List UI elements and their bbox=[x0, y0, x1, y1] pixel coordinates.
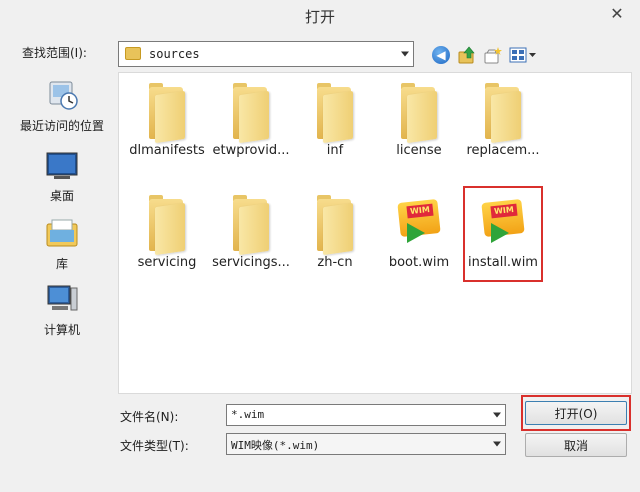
list-item[interactable]: WIM boot.wim bbox=[375, 189, 463, 293]
folder-icon bbox=[125, 47, 141, 60]
sidebar-item-recent[interactable]: 最近访问的位置 bbox=[10, 76, 114, 134]
recent-places-icon bbox=[49, 81, 78, 110]
file-name: zh-cn bbox=[317, 255, 353, 270]
sidebar-item-libraries[interactable]: 库 bbox=[10, 216, 114, 272]
back-arrow-icon: ◀ bbox=[432, 46, 450, 64]
computer-icon bbox=[47, 285, 78, 311]
sidebar-item-computer[interactable]: 计算机 bbox=[10, 282, 114, 338]
file-name: boot.wim bbox=[388, 255, 450, 270]
lookin-value: sources bbox=[149, 47, 200, 61]
list-item[interactable]: dlmanifests bbox=[123, 77, 211, 181]
file-name: license bbox=[396, 143, 442, 158]
file-list[interactable]: dlmanifests etwprovid... inf license rep… bbox=[118, 72, 632, 394]
install-wim-highlight bbox=[463, 186, 543, 282]
filename-input[interactable]: *.wim bbox=[226, 404, 506, 426]
list-item[interactable]: replacem... bbox=[459, 77, 547, 181]
filename-label: 文件名(N): bbox=[120, 410, 179, 424]
view-menu-icon bbox=[509, 47, 536, 63]
lookin-label: 查找范围(I): bbox=[22, 46, 87, 60]
sidebar-item-label: 最近访问的位置 bbox=[19, 119, 104, 133]
list-item[interactable]: inf bbox=[291, 77, 379, 181]
chevron-down-icon[interactable] bbox=[401, 51, 409, 57]
places-sidebar: 最近访问的位置 桌面 库 计算机 bbox=[10, 72, 114, 394]
libraries-icon bbox=[46, 219, 78, 247]
folder-icon bbox=[229, 83, 273, 144]
list-item[interactable]: servicings... bbox=[207, 189, 295, 293]
up-folder-icon bbox=[458, 46, 475, 64]
close-button[interactable]: ✕ bbox=[602, 1, 632, 25]
file-name: dlmanifests bbox=[129, 143, 205, 158]
folder-icon bbox=[313, 195, 357, 256]
filetype-select[interactable]: WIM映像(*.wim) bbox=[226, 433, 506, 455]
sidebar-item-desktop[interactable]: 桌面 bbox=[10, 150, 114, 204]
window-title: 打开 bbox=[304, 8, 335, 26]
new-folder-button[interactable] bbox=[482, 44, 504, 66]
list-item[interactable]: etwprovid... bbox=[207, 77, 295, 181]
filetype-label: 文件类型(T): bbox=[120, 439, 189, 453]
filetype-value: WIM映像(*.wim) bbox=[231, 439, 320, 452]
file-name: replacem... bbox=[466, 143, 540, 158]
folder-icon bbox=[313, 83, 357, 144]
list-item[interactable]: zh-cn bbox=[291, 189, 379, 293]
new-folder-icon bbox=[484, 47, 502, 64]
file-name: etwprovid... bbox=[212, 143, 290, 158]
up-folder-button[interactable] bbox=[456, 44, 478, 66]
filename-value: *.wim bbox=[231, 408, 265, 421]
lookin-combo[interactable]: sources bbox=[118, 41, 414, 67]
folder-icon bbox=[229, 195, 273, 256]
list-item[interactable]: servicing bbox=[123, 189, 211, 293]
folder-icon bbox=[145, 83, 189, 144]
sidebar-item-label: 计算机 bbox=[43, 323, 80, 337]
folder-icon bbox=[145, 195, 189, 256]
view-menu-button[interactable] bbox=[508, 44, 538, 66]
file-name: servicing bbox=[137, 255, 197, 270]
folder-icon bbox=[481, 83, 525, 144]
file-name: inf bbox=[326, 143, 344, 158]
sidebar-item-label: 库 bbox=[55, 257, 68, 271]
title-bar: 打开 ✕ bbox=[0, 0, 640, 34]
list-item[interactable]: license bbox=[375, 77, 463, 181]
file-name: servicings... bbox=[212, 255, 290, 270]
folder-icon bbox=[397, 83, 441, 144]
desktop-icon bbox=[46, 152, 78, 179]
cancel-button[interactable]: 取消 bbox=[525, 433, 627, 457]
wim-file-icon: WIM bbox=[397, 195, 441, 255]
open-button[interactable]: 打开(O) bbox=[525, 401, 627, 425]
chevron-down-icon[interactable] bbox=[493, 412, 501, 418]
chevron-down-icon[interactable] bbox=[493, 441, 501, 447]
back-button[interactable]: ◀ bbox=[430, 44, 452, 66]
sidebar-item-label: 桌面 bbox=[49, 189, 74, 203]
